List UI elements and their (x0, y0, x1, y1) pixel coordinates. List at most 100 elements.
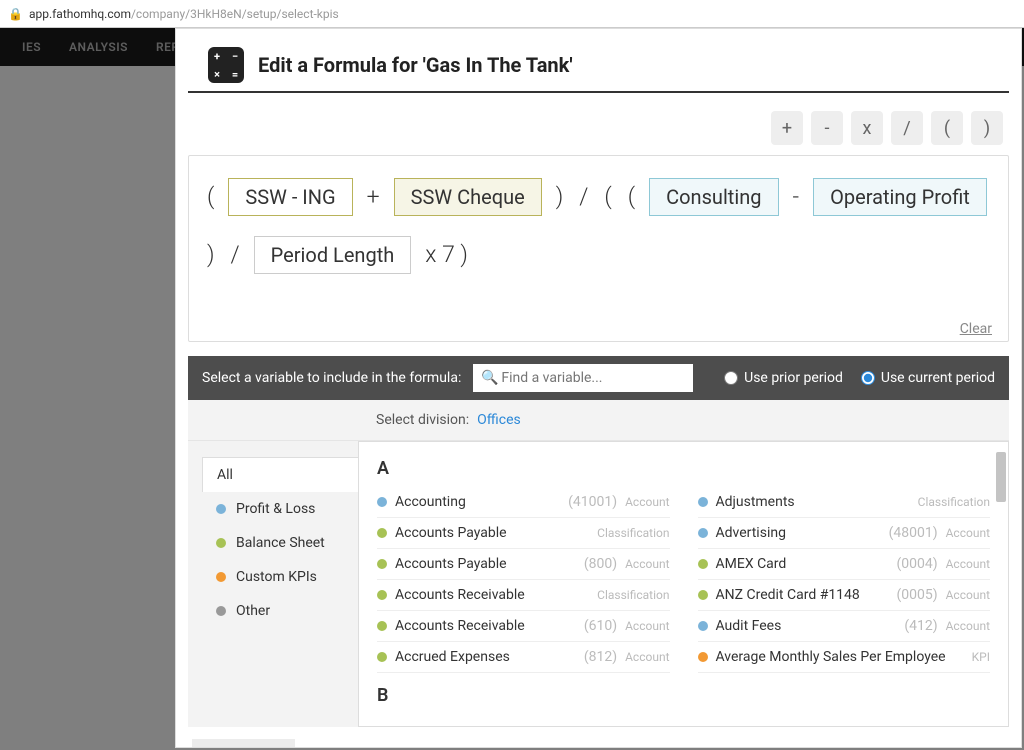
variable-type: Classification (918, 495, 990, 509)
tab-all[interactable]: All (202, 457, 358, 492)
variable-name: Accounts Receivable (395, 618, 576, 634)
variable-item[interactable]: Accrued Expenses(812)Account (377, 642, 670, 673)
clear-link[interactable]: Clear (960, 321, 992, 337)
variable-item[interactable]: AMEX Card(0004)Account (698, 549, 991, 580)
operator-row: + - x / ( ) (176, 93, 1021, 155)
dot-icon (377, 621, 387, 631)
tab-balance-sheet[interactable]: Balance Sheet (202, 526, 358, 560)
chip-operating-profit[interactable]: Operating Profit (813, 178, 987, 216)
variable-code: (48001) (889, 525, 938, 541)
tok: x 7 ) (423, 232, 470, 278)
tab-other[interactable]: Other (202, 594, 358, 628)
variable-type: KPI (972, 650, 990, 664)
chip-ssw-ing[interactable]: SSW - ING (228, 178, 352, 216)
variable-type: Classification (597, 526, 669, 540)
dot-icon (377, 590, 387, 600)
tok: / (229, 232, 242, 278)
variable-item[interactable]: Adjustments Classification (698, 487, 991, 518)
or-text: or (307, 747, 320, 748)
variable-code: (41001) (568, 494, 617, 510)
division-label: Select division: (376, 412, 469, 428)
variable-type: Account (946, 557, 990, 571)
formula-editor[interactable]: ( SSW - ING + SSW Cheque ) / ( ( Consult… (188, 155, 1009, 342)
variable-item[interactable]: Accounts Receivable (610) Account (377, 611, 670, 642)
variable-type: Account (946, 588, 990, 602)
variable-name: Accounts Payable (395, 556, 576, 572)
url-domain: app.fathomhq.com (29, 7, 131, 21)
variable-item[interactable]: ANZ Credit Card #1148(0005)Account (698, 580, 991, 611)
tok: / (577, 174, 590, 220)
category-tabs: All Profit & Loss Balance Sheet Custom K… (188, 441, 358, 727)
variable-item[interactable]: Accounts Receivable Classification (377, 580, 670, 611)
tok: ( (626, 174, 637, 220)
dot-icon (698, 528, 708, 538)
cancel-link[interactable]: cancel (332, 747, 373, 748)
variable-item[interactable]: Average Monthly Sales Per Employee KPI (698, 642, 991, 673)
chip-consulting[interactable]: Consulting (649, 178, 778, 216)
variable-type: Classification (597, 588, 669, 602)
modal-footer: UPDATE KPI or cancel (188, 727, 1009, 748)
variable-type: Account (946, 526, 990, 540)
tab-custom-kpis[interactable]: Custom KPIs (202, 560, 358, 594)
search-input[interactable] (473, 364, 693, 392)
dot-icon (377, 497, 387, 507)
tab-profit-loss[interactable]: Profit & Loss (202, 492, 358, 526)
multiply-button[interactable]: x (851, 111, 883, 145)
dot-icon (698, 497, 708, 507)
tok: ) (205, 232, 217, 278)
plus-button[interactable]: + (771, 111, 803, 145)
variable-name: Accounting (395, 494, 560, 510)
variable-type: Account (625, 650, 669, 664)
variable-search: 🔍 (473, 364, 693, 392)
url-bar: 🔒 app.fathomhq.com/company/3HkH8eN/setup… (0, 0, 1024, 28)
tok: - (791, 174, 802, 220)
variable-name: Adjustments (716, 494, 910, 510)
tok: + (365, 174, 382, 220)
variable-item[interactable]: Accounts Payable(800)Account (377, 549, 670, 580)
formula-modal: +−×= Edit a Formula for 'Gas In The Tank… (175, 28, 1022, 748)
dot-icon (377, 652, 387, 662)
variable-list[interactable]: A Accounting(41001)AccountAccounts Payab… (358, 441, 1009, 727)
variable-type: Account (625, 619, 669, 633)
lparen-button[interactable]: ( (931, 111, 963, 145)
variable-name: Advertising (716, 525, 881, 541)
dot-icon (377, 528, 387, 538)
dot-icon (216, 606, 226, 616)
variable-item[interactable]: Accounting(41001)Account (377, 487, 670, 518)
update-kpi-button[interactable]: UPDATE KPI (192, 739, 295, 748)
rparen-button[interactable]: ) (971, 111, 1003, 145)
chip-ssw-cheque[interactable]: SSW Cheque (394, 178, 542, 216)
url-path: /company/3HkH8eN/setup/select-kpis (131, 7, 339, 21)
variable-type: Account (625, 557, 669, 571)
variable-item[interactable]: Accounts Payable Classification (377, 518, 670, 549)
dot-icon (216, 572, 226, 582)
scrollbar-thumb[interactable] (996, 452, 1006, 502)
period-radio-group: Use prior period Use current period (724, 370, 995, 386)
chip-period-length[interactable]: Period Length (254, 236, 412, 274)
dot-icon (216, 504, 226, 514)
division-link[interactable]: Offices (477, 412, 521, 428)
variable-name: Audit Fees (716, 618, 897, 634)
variable-code: (412) (904, 618, 937, 634)
variable-label: Select a variable to include in the form… (202, 370, 461, 386)
lock-icon: 🔒 (8, 7, 23, 21)
tok: ( (602, 174, 613, 220)
search-icon: 🔍 (481, 370, 498, 386)
letter-heading: A (377, 458, 990, 479)
prior-period-radio[interactable]: Use prior period (724, 370, 843, 386)
variable-item[interactable]: Audit Fees(412)Account (698, 611, 991, 642)
divide-button[interactable]: / (891, 111, 923, 145)
variable-name: Accounts Payable (395, 525, 589, 541)
minus-button[interactable]: - (811, 111, 843, 145)
division-row: Select division: Offices (188, 400, 1009, 440)
variable-code: (610) (584, 618, 617, 634)
variable-name: Average Monthly Sales Per Employee (716, 649, 964, 665)
dot-icon (698, 559, 708, 569)
variable-toolbar: Select a variable to include in the form… (188, 356, 1009, 400)
dot-icon (698, 590, 708, 600)
variable-item[interactable]: Advertising (48001) Account (698, 518, 991, 549)
variable-code: (812) (584, 649, 617, 665)
calculator-icon: +−×= (208, 47, 244, 83)
current-period-radio[interactable]: Use current period (861, 370, 995, 386)
variable-name: Accounts Receivable (395, 587, 589, 603)
